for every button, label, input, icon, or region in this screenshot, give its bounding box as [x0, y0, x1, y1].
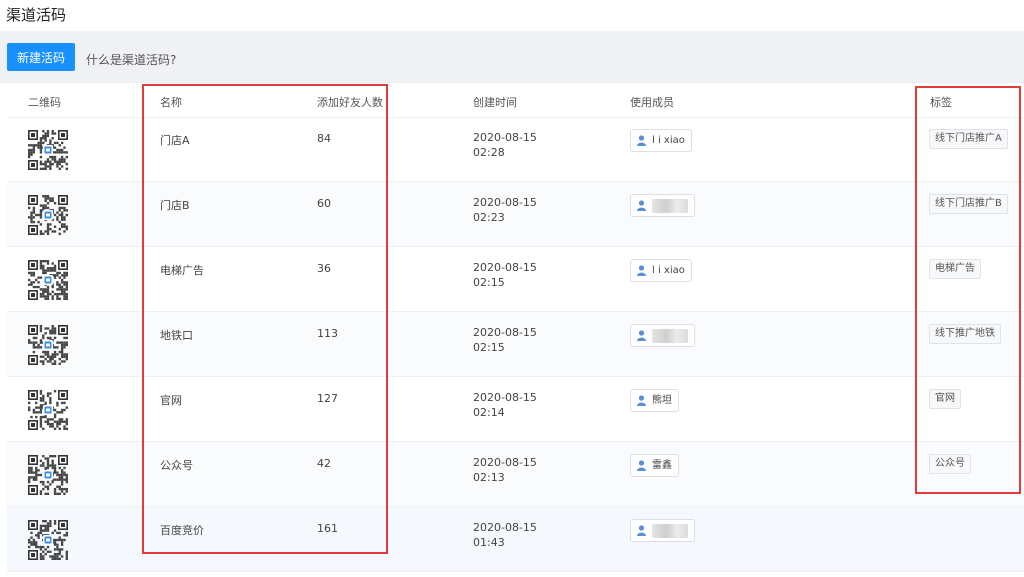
member-name: 雷鑫: [652, 460, 672, 471]
column-header-qrcode: 二维码: [28, 96, 61, 109]
blurred-member-name: [652, 328, 688, 343]
member-chip[interactable]: [630, 519, 695, 542]
member-name: 熊坦: [652, 395, 672, 406]
row-created-clock: 02:13: [473, 471, 505, 484]
column-header-created: 创建时间: [473, 96, 517, 109]
row-name: 电梯广告: [160, 264, 204, 277]
row-name: 公众号: [160, 459, 193, 472]
user-icon: [637, 525, 646, 536]
tag-badge: 公众号: [929, 454, 971, 474]
row-created-clock: 02:23: [473, 211, 505, 224]
member-chip[interactable]: 雷鑫: [630, 454, 679, 477]
qr-code-icon[interactable]: [28, 260, 68, 300]
row-created-clock: 02:14: [473, 406, 505, 419]
row-created-time: 2020-08-15 02:15: [473, 325, 537, 355]
row-created-date: 2020-08-15: [473, 326, 537, 339]
row-name: 官网: [160, 394, 182, 407]
user-icon: [637, 460, 646, 471]
tag-badge: 线下门店推广B: [929, 194, 1008, 214]
qr-code-icon[interactable]: [28, 325, 68, 365]
row-name: 百度竞价: [160, 524, 204, 537]
row-created-date: 2020-08-15: [473, 261, 537, 274]
tag-badge: 官网: [929, 389, 961, 409]
row-friends-count: 60: [317, 197, 331, 210]
row-created-date: 2020-08-15: [473, 196, 537, 209]
row-created-date: 2020-08-15: [473, 456, 537, 469]
tag-badge: 电梯广告: [929, 259, 981, 279]
row-created-date: 2020-08-15: [473, 131, 537, 144]
page-title: 渠道活码: [6, 6, 67, 24]
table-row: 门店B 60 2020-08-15 02:23 线下门店推广B: [7, 182, 1024, 247]
row-friends-count: 84: [317, 132, 331, 145]
row-created-date: 2020-08-15: [473, 521, 537, 534]
user-icon: [637, 265, 646, 276]
member-chip[interactable]: 熊坦: [630, 389, 679, 412]
column-header-members: 使用成员: [630, 96, 674, 109]
toolbar: 新建活码 什么是渠道活码?: [0, 31, 1024, 83]
row-created-time: 2020-08-15 02:23: [473, 195, 537, 225]
qr-code-icon[interactable]: [28, 390, 68, 430]
row-created-clock: 02:15: [473, 276, 505, 289]
member-name: l i xiao: [652, 135, 685, 146]
row-created-time: 2020-08-15 01:43: [473, 520, 537, 550]
user-icon: [637, 395, 646, 406]
table-row: 门店A 84 2020-08-15 02:28 l i xiao 线下门店推广A: [7, 117, 1024, 182]
row-created-clock: 02:28: [473, 146, 505, 159]
row-name: 门店A: [160, 134, 190, 147]
row-friends-count: 113: [317, 327, 338, 340]
user-icon: [637, 200, 646, 211]
qr-code-icon[interactable]: [28, 130, 68, 170]
tag-badge: 线下推广地铁: [929, 324, 1001, 344]
tag-badge: 线下门店推广A: [929, 129, 1008, 149]
row-friends-count: 42: [317, 457, 331, 470]
column-header-name: 名称: [160, 96, 182, 109]
row-created-time: 2020-08-15 02:15: [473, 260, 537, 290]
blurred-member-name: [652, 523, 688, 538]
member-chip[interactable]: [630, 194, 695, 217]
member-chip[interactable]: l i xiao: [630, 259, 692, 282]
blurred-member-name: [652, 198, 688, 213]
row-friends-count: 127: [317, 392, 338, 405]
member-chip[interactable]: [630, 324, 695, 347]
row-friends-count: 161: [317, 522, 338, 535]
table-row: 公众号 42 2020-08-15 02:13 雷鑫 公众号: [7, 442, 1024, 507]
member-chip[interactable]: l i xiao: [630, 129, 692, 152]
table-row: 电梯广告 36 2020-08-15 02:15 l i xiao 电梯广告: [7, 247, 1024, 312]
column-header-tags: 标签: [930, 96, 952, 109]
row-created-time: 2020-08-15 02:13: [473, 455, 537, 485]
new-code-button[interactable]: 新建活码: [7, 43, 75, 71]
row-name: 门店B: [160, 199, 190, 212]
row-name: 地铁口: [160, 329, 193, 342]
qr-code-icon[interactable]: [28, 520, 68, 560]
row-friends-count: 36: [317, 262, 331, 275]
qr-code-icon[interactable]: [28, 455, 68, 495]
channel-code-table: 二维码 名称 添加好友人数 创建时间 使用成员 标签 门店A 84 2020-08-…: [7, 83, 1024, 577]
user-icon: [637, 135, 646, 146]
qr-code-icon[interactable]: [28, 195, 68, 235]
table-row: 地铁口 113 2020-08-15 02:15 线下推广地铁: [7, 312, 1024, 377]
help-link[interactable]: 什么是渠道活码?: [86, 51, 176, 68]
row-created-clock: 01:43: [473, 536, 505, 549]
user-icon: [637, 330, 646, 341]
member-name: l i xiao: [652, 265, 685, 276]
row-created-clock: 02:15: [473, 341, 505, 354]
table-row: 百度竞价 161 2020-08-15 01:43: [7, 507, 1024, 572]
column-header-friends: 添加好友人数: [317, 96, 383, 109]
row-created-date: 2020-08-15: [473, 391, 537, 404]
row-created-time: 2020-08-15 02:28: [473, 130, 537, 160]
row-created-time: 2020-08-15 02:14: [473, 390, 537, 420]
table-row: 官网 127 2020-08-15 02:14 熊坦 官网: [7, 377, 1024, 442]
